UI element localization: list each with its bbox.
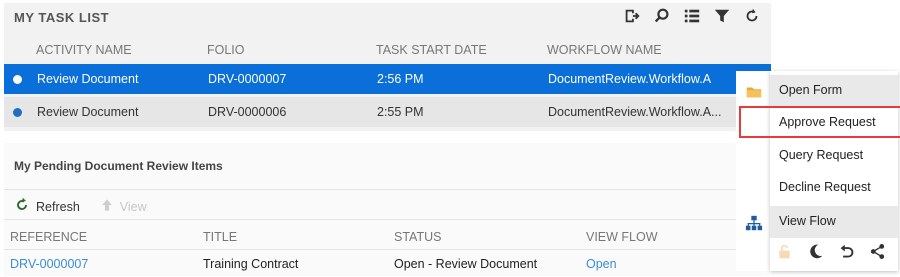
table-row[interactable]: Review Document DRV-0000007 2:56 PM Docu…: [4, 64, 771, 94]
menu-item-query-request[interactable]: Query Request: [770, 140, 898, 172]
exit-icon[interactable]: [623, 7, 641, 25]
column-status[interactable]: STATUS: [394, 230, 441, 244]
task-list-header: ACTIVITY NAME FOLIO TASK START DATE WORK…: [4, 39, 771, 65]
column-task-start-date[interactable]: TASK START DATE: [376, 43, 487, 57]
refresh-icon[interactable]: [743, 7, 761, 25]
menu-bottom-toolbar: [776, 243, 886, 260]
search-icon[interactable]: [653, 7, 671, 25]
pending-header: REFERENCE TITLE STATUS VIEW FLOW: [4, 227, 769, 251]
unlock-icon[interactable]: [776, 243, 793, 260]
column-activity-name[interactable]: ACTIVITY NAME: [36, 43, 132, 57]
table-row[interactable]: DRV-0000007 Training Contract Open - Rev…: [4, 255, 769, 277]
divider: [4, 189, 769, 190]
task-list-toolbar: [623, 7, 761, 25]
activity-name: Review Document: [37, 72, 139, 86]
task-start-date: 2:56 PM: [377, 72, 424, 86]
menu-item-view-flow[interactable]: View Flow: [770, 206, 898, 238]
workflow-icon: [745, 214, 763, 237]
reference-link[interactable]: DRV-0000007: [10, 257, 88, 271]
activity-name: Review Document: [37, 105, 139, 119]
filter-icon[interactable]: [713, 7, 731, 25]
menu-item-open-form[interactable]: Open Form: [770, 75, 898, 107]
divider: [4, 219, 769, 220]
refresh-icon[interactable]: [14, 197, 30, 216]
row-status-dot: [13, 75, 22, 84]
divider: [4, 249, 769, 250]
column-view-flow[interactable]: VIEW FLOW: [586, 230, 658, 244]
workflow-name: DocumentReview.Workflow.A...: [548, 105, 722, 119]
workflow-name: DocumentReview.Workflow.A: [548, 72, 712, 86]
list-icon[interactable]: [683, 7, 701, 25]
task-start-date: 2:55 PM: [377, 105, 424, 119]
moon-icon[interactable]: [807, 243, 824, 260]
highlight-box: [739, 106, 900, 138]
folder-icon: [745, 83, 763, 106]
pending-toolbar: Refresh View: [14, 197, 147, 216]
row-status-dot: [13, 108, 22, 117]
share-icon[interactable]: [869, 243, 886, 260]
folio: DRV-0000006: [208, 105, 287, 119]
item-title: Training Contract: [203, 257, 299, 271]
view-flow-link[interactable]: Open: [586, 257, 617, 271]
folio: DRV-0000007: [208, 72, 287, 86]
view-button[interactable]: View: [120, 200, 147, 214]
item-status: Open - Review Document: [394, 257, 538, 271]
column-reference[interactable]: REFERENCE: [10, 230, 87, 244]
table-row[interactable]: Review Document DRV-0000006 2:55 PM Docu…: [4, 97, 771, 127]
context-menu-icon-rail: [736, 71, 770, 271]
task-list-title: MY TASK LIST: [14, 10, 110, 25]
pending-items-title: My Pending Document Review Items: [14, 159, 223, 173]
menu-item-decline-request[interactable]: Decline Request: [770, 172, 898, 204]
pending-items-panel: My Pending Document Review Items Refresh…: [4, 143, 769, 276]
task-list-panel: MY TASK LIST ACTIVITY NAME FOLIO TASK ST…: [4, 3, 771, 131]
refresh-button[interactable]: Refresh: [36, 200, 80, 214]
undo-icon[interactable]: [838, 243, 855, 260]
column-title[interactable]: TITLE: [203, 230, 237, 244]
context-menu: Open Form Approve Request Query Request …: [739, 71, 900, 271]
column-workflow-name[interactable]: WORKFLOW NAME: [547, 43, 662, 57]
column-folio[interactable]: FOLIO: [207, 43, 245, 57]
up-arrow-icon: [100, 198, 114, 215]
